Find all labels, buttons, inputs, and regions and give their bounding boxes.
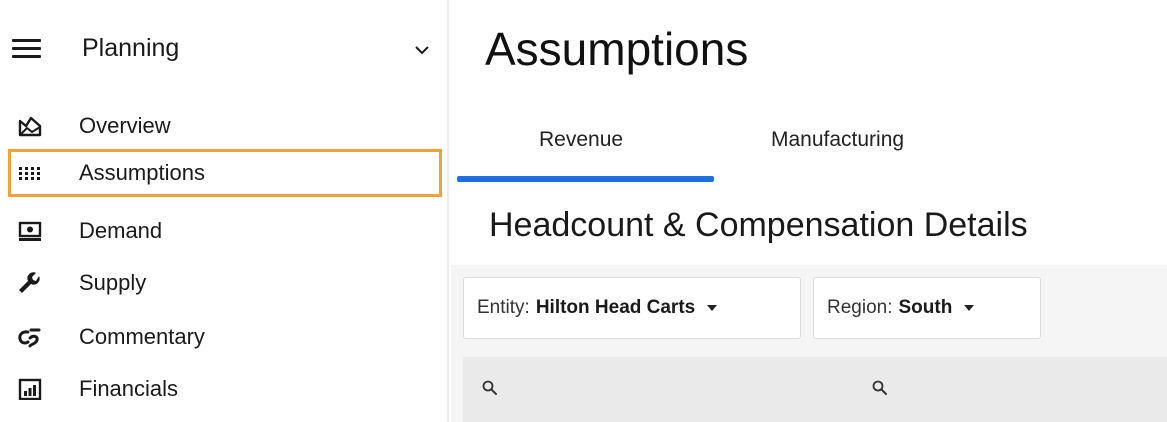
- demand-monitor-icon: [18, 221, 42, 241]
- entity-filter-dropdown[interactable]: Entity: Hilton Head Carts: [463, 277, 801, 339]
- column-search-row: [463, 357, 1167, 422]
- section-title: Headcount & Compensation Details: [489, 206, 1028, 244]
- sidebar-item-demand[interactable]: Demand: [8, 207, 442, 255]
- filter-value: Hilton Head Carts: [535, 297, 696, 318]
- sidebar-item-assumptions[interactable]: Assumptions: [8, 149, 442, 197]
- region-filter-dropdown[interactable]: Region: South: [813, 277, 1041, 339]
- tab-manufacturing[interactable]: Manufacturing: [771, 128, 904, 152]
- sidebar-item-label: Commentary: [79, 324, 205, 349]
- search-icon[interactable]: [481, 379, 499, 397]
- sidebar-header: Planning: [0, 0, 449, 100]
- sidebar-item-commentary[interactable]: Commentary: [8, 313, 442, 361]
- page-title: Assumptions: [485, 23, 749, 75]
- commentary-icon: [18, 328, 41, 348]
- sidebar-item-label: Assumptions: [79, 160, 205, 185]
- sidebar-item-label: Overview: [79, 113, 171, 138]
- sidebar-item-label: Supply: [79, 270, 147, 295]
- caret-down-icon: [964, 305, 975, 311]
- wrench-icon: [19, 272, 40, 293]
- sidebar-title[interactable]: Planning: [82, 34, 179, 63]
- sidebar-item-label: Financials: [79, 376, 179, 401]
- filter-bar: Entity: Hilton Head Carts Region: South: [451, 265, 1167, 422]
- grid-dots-icon: [19, 167, 40, 180]
- tab-revenue[interactable]: Revenue: [539, 128, 623, 152]
- main-content: Assumptions Revenue Manufacturing Headco…: [451, 0, 1167, 422]
- filter-key-label: Region:: [827, 297, 893, 318]
- hamburger-menu-icon[interactable]: [12, 39, 41, 61]
- filter-key-label: Entity:: [477, 297, 530, 318]
- sidebar-item-financials[interactable]: Financials: [8, 365, 442, 413]
- chevron-down-icon[interactable]: [412, 40, 432, 60]
- sidebar-item-label: Demand: [79, 218, 163, 243]
- sidebar-item-supply[interactable]: Supply: [8, 259, 442, 307]
- bar-chart-icon: [18, 378, 42, 400]
- active-tab-indicator: [457, 176, 714, 182]
- filter-value: South: [898, 297, 953, 318]
- sidebar-item-overview[interactable]: Overview: [8, 102, 442, 150]
- caret-down-icon: [707, 305, 718, 311]
- search-icon[interactable]: [871, 379, 889, 397]
- overview-mountain-icon: [18, 116, 42, 137]
- sidebar: Planning Overview Assumptions Demand Sup…: [0, 0, 449, 422]
